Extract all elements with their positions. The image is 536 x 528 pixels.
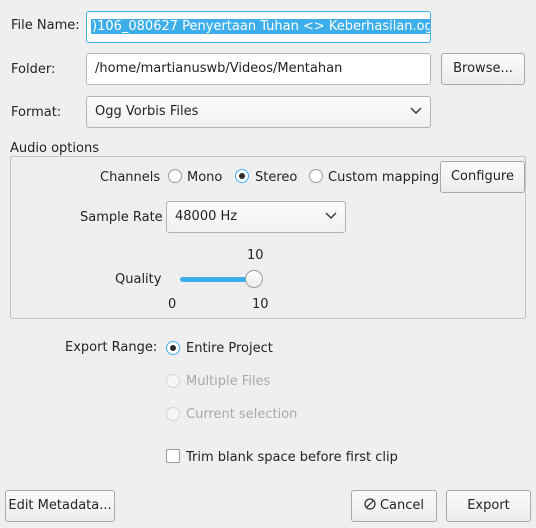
folder-input[interactable]: /home/martianuswb/Videos/Mentahan	[86, 53, 431, 85]
browse-button[interactable]: Browse...	[441, 53, 525, 85]
sample-rate-select[interactable]: 48000 Hz	[166, 201, 346, 233]
sample-rate-value: 48000 Hz	[175, 209, 238, 224]
format-selected-value: Ogg Vorbis Files	[95, 104, 199, 119]
multiple-files-radio	[166, 374, 180, 388]
configure-button[interactable]: Configure	[440, 161, 525, 193]
channels-label: Channels	[100, 170, 161, 185]
export-range-label: Export Range:	[65, 340, 158, 355]
trim-blank-label[interactable]: Trim blank space before first clip	[186, 449, 398, 467]
export-button[interactable]: Export	[446, 490, 531, 522]
quality-label: Quality	[115, 272, 162, 287]
chevron-down-icon	[325, 212, 337, 219]
file-name-label: File Name:	[11, 18, 80, 33]
stereo-label[interactable]: Stereo	[255, 169, 297, 187]
file-name-value: )106_080627 Penyertaan Tuhan <> Keberhas…	[91, 19, 430, 34]
file-name-input[interactable]: )106_080627 Penyertaan Tuhan <> Keberhas…	[86, 11, 431, 43]
entire-project-label[interactable]: Entire Project	[186, 340, 273, 358]
trim-blank-checkbox[interactable]	[166, 449, 180, 463]
quality-min-label: 0	[168, 297, 177, 312]
edit-metadata-button[interactable]: Edit Metadata...	[5, 490, 115, 522]
format-select[interactable]: Ogg Vorbis Files	[86, 96, 431, 128]
quality-max-label: 10	[252, 297, 269, 312]
format-label: Format:	[11, 105, 62, 120]
chevron-down-icon	[410, 107, 422, 114]
multiple-files-label: Multiple Files	[186, 374, 271, 389]
sample-rate-label: Sample Rate	[80, 210, 163, 225]
mono-label[interactable]: Mono	[187, 169, 222, 187]
entire-project-radio[interactable]	[166, 341, 180, 355]
cancel-button[interactable]: Cancel	[351, 490, 437, 522]
folder-value: /home/martianuswb/Videos/Mentahan	[95, 61, 343, 76]
current-selection-label: Current selection	[186, 407, 298, 422]
cancel-icon	[364, 498, 376, 510]
mono-radio[interactable]	[168, 169, 182, 183]
stereo-radio[interactable]	[235, 169, 249, 183]
custom-mapping-label[interactable]: Custom mapping	[328, 169, 439, 187]
cancel-label: Cancel	[379, 498, 425, 513]
quality-value-label: 10	[247, 248, 264, 263]
quality-slider[interactable]	[178, 268, 268, 290]
quality-slider-handle[interactable]	[245, 270, 263, 288]
custom-mapping-radio[interactable]	[309, 169, 323, 183]
folder-label: Folder:	[11, 62, 56, 77]
current-selection-radio	[166, 407, 180, 421]
